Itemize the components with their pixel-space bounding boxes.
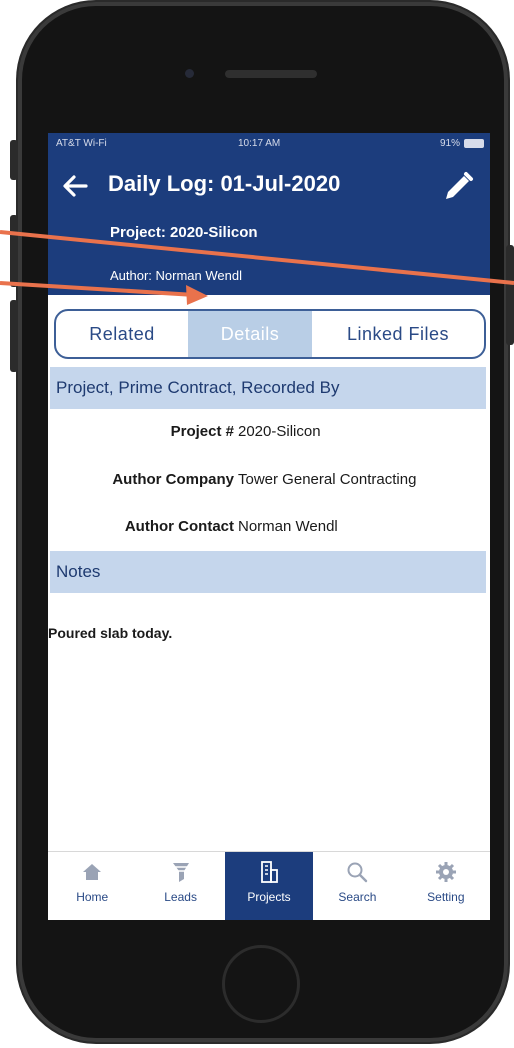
page-title: Daily Log: 01-Jul-2020 [108, 171, 341, 196]
phone-mockup: AT&T Wi-Fi 10:17 AM 91% Daily Log: 01-Ju… [0, 0, 514, 1048]
building-icon [261, 861, 278, 883]
mute-switch [10, 140, 18, 180]
tab-linked-files[interactable]: Linked Files [312, 311, 484, 357]
tabbar-item-projects[interactable]: Projects [224, 852, 314, 920]
carrier-label: AT&T Wi-Fi [56, 138, 107, 149]
volume-down-button [10, 300, 18, 372]
field-row-project-number: Project # 2020-Silicon [48, 423, 490, 447]
section-header-project: Project, Prime Contract, Recorded By [50, 367, 486, 409]
section-header-notes: Notes [50, 551, 486, 593]
search-icon [347, 862, 368, 883]
battery-icon [464, 139, 484, 148]
field-row-author-contact: Author Contact Norman Wendl [48, 518, 490, 542]
tabbar-item-home[interactable]: Home [48, 852, 136, 920]
battery-label: 91% [439, 138, 460, 149]
tabbar-label: Home [76, 890, 109, 904]
power-button [506, 245, 514, 345]
edit-pencil-icon[interactable] [440, 169, 476, 205]
field-value: Tower General Contracting [238, 471, 417, 488]
tabbar-item-search[interactable]: Search [313, 852, 401, 920]
header-author: Author: Norman Wendl [110, 268, 242, 283]
segment-tabs: Related Details Linked Files [54, 309, 486, 359]
tab-related[interactable]: Related [56, 311, 188, 357]
front-camera [185, 69, 194, 78]
tabbar-label: Leads [164, 890, 197, 904]
field-label: Project # [170, 423, 234, 440]
tabbar-label: Setting [427, 890, 465, 904]
bottom-tab-bar: Home Leads Projects Search Setting [48, 851, 490, 920]
app-header: AT&T Wi-Fi 10:17 AM 91% Daily Log: 01-Ju… [48, 133, 490, 295]
tabbar-item-setting[interactable]: Setting [402, 852, 490, 920]
tab-details[interactable]: Details [188, 311, 312, 357]
notes-text: Poured slab today. [48, 625, 173, 641]
clock-label: 10:17 AM [238, 138, 281, 149]
app-screen: AT&T Wi-Fi 10:17 AM 91% Daily Log: 01-Ju… [48, 133, 490, 920]
tabbar-label: Projects [247, 890, 291, 904]
field-label: Author Contact [124, 518, 234, 535]
earpiece-speaker [225, 70, 317, 78]
gear-icon [435, 862, 456, 882]
field-value: Norman Wendl [238, 518, 338, 535]
home-button[interactable] [222, 945, 300, 1023]
field-label: Author Company [112, 471, 234, 488]
back-arrow-icon[interactable] [60, 171, 90, 201]
header-project: Project: 2020-Silicon [110, 224, 258, 241]
status-bar: AT&T Wi-Fi 10:17 AM 91% [48, 133, 490, 155]
home-icon [83, 864, 102, 880]
tabbar-label: Search [338, 890, 377, 904]
field-value: 2020-Silicon [238, 423, 321, 440]
volume-up-button [10, 215, 18, 287]
field-row-author-company: Author Company Tower General Contracting [48, 471, 490, 495]
funnel-icon [172, 863, 189, 882]
tabbar-item-leads[interactable]: Leads [136, 852, 224, 920]
